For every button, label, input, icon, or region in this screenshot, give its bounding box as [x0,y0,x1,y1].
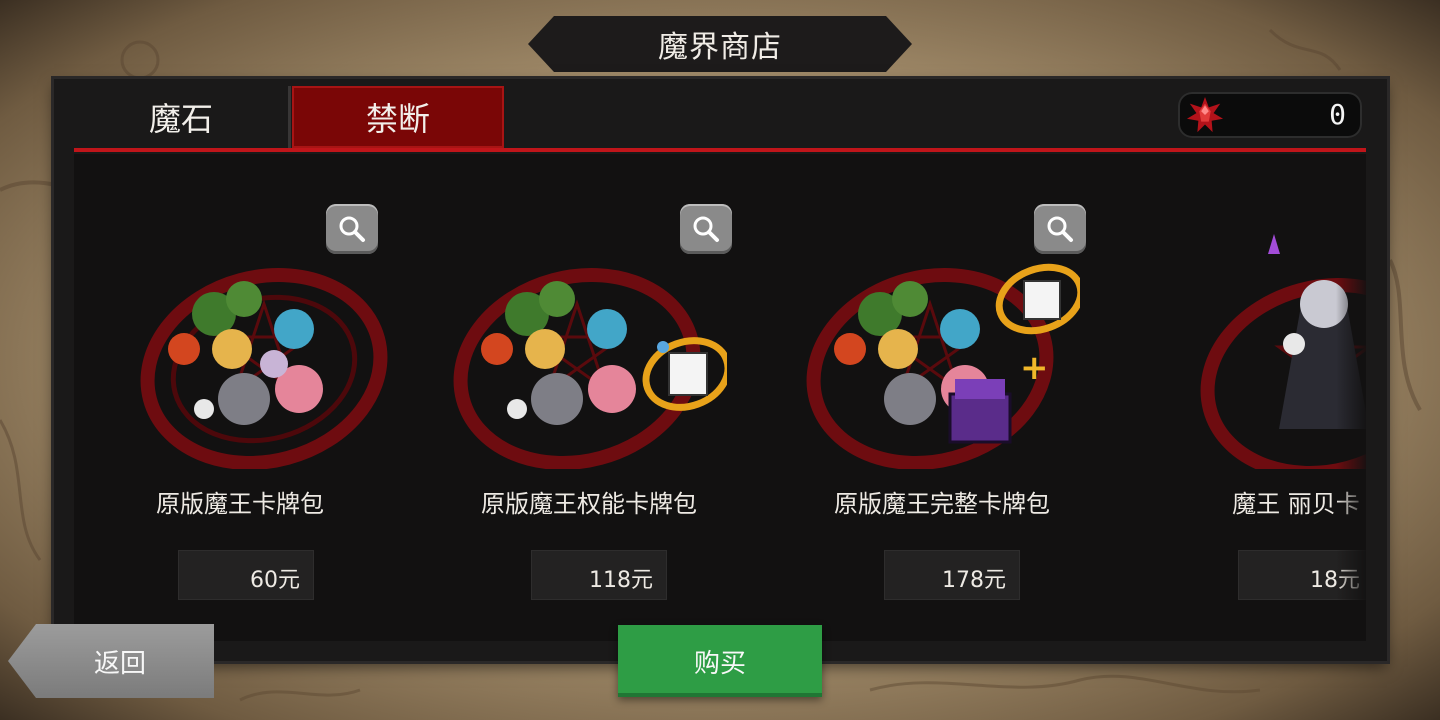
product-name: 魔王 丽贝卡 [1232,490,1360,518]
shop-title: 魔界商店 [658,30,782,65]
product-price: 178元 [942,568,1006,593]
tab-divider [288,86,291,148]
red-gem-icon [1186,96,1224,133]
tab-magic-stone-label: 魔石 [148,100,213,138]
shop-title-banner: 魔界商店 [528,16,912,72]
product-card[interactable]: 原版魔王权能卡牌包 118元 [427,154,747,641]
demon-lord-characters-with-card-ring-art [453,268,727,469]
product-card[interactable]: 原版魔王卡牌包 60元 [74,154,394,641]
tab-underline [74,148,1366,152]
product-name: 原版魔王完整卡牌包 [834,490,1050,518]
product-price: 60元 [250,568,300,593]
price-box: 178元 [884,550,1020,600]
product-card[interactable]: 魔王 丽贝卡 18元 [1134,154,1366,641]
product-card[interactable]: + 原版魔王完整卡牌包 178元 [780,154,1100,641]
back-button-label: 返回 [93,648,146,679]
buy-button[interactable]: 购买 [618,625,822,697]
demon-lord-characters-art [140,268,388,469]
currency-display: 0 [1178,92,1362,138]
tab-forbidden[interactable]: 禁断 [292,86,504,148]
demon-lord-characters-with-card-ring-and-purple-chest-art: + [806,263,1080,469]
currency-value: 0 [1329,98,1346,131]
scroll-fade [1336,154,1366,641]
shop-panel: 魔石 禁断 0 原版魔王卡牌包 60元 原版魔王权能卡牌包 118元 + 原版魔… [54,79,1387,661]
price-box: 118元 [531,550,667,600]
product-list[interactable]: 原版魔王卡牌包 60元 原版魔王权能卡牌包 118元 + 原版魔王完整卡牌包 1… [74,154,1366,641]
product-price: 118元 [589,568,653,593]
tab-magic-stone[interactable]: 魔石 [74,86,288,148]
tab-forbidden-label: 禁断 [365,100,430,138]
svg-text:+: + [1020,348,1049,388]
buy-button-label: 购买 [693,648,746,679]
product-name: 原版魔王权能卡牌包 [481,490,697,518]
back-button[interactable]: 返回 [8,624,214,698]
price-box: 60元 [178,550,314,600]
product-name: 原版魔王卡牌包 [156,490,324,518]
